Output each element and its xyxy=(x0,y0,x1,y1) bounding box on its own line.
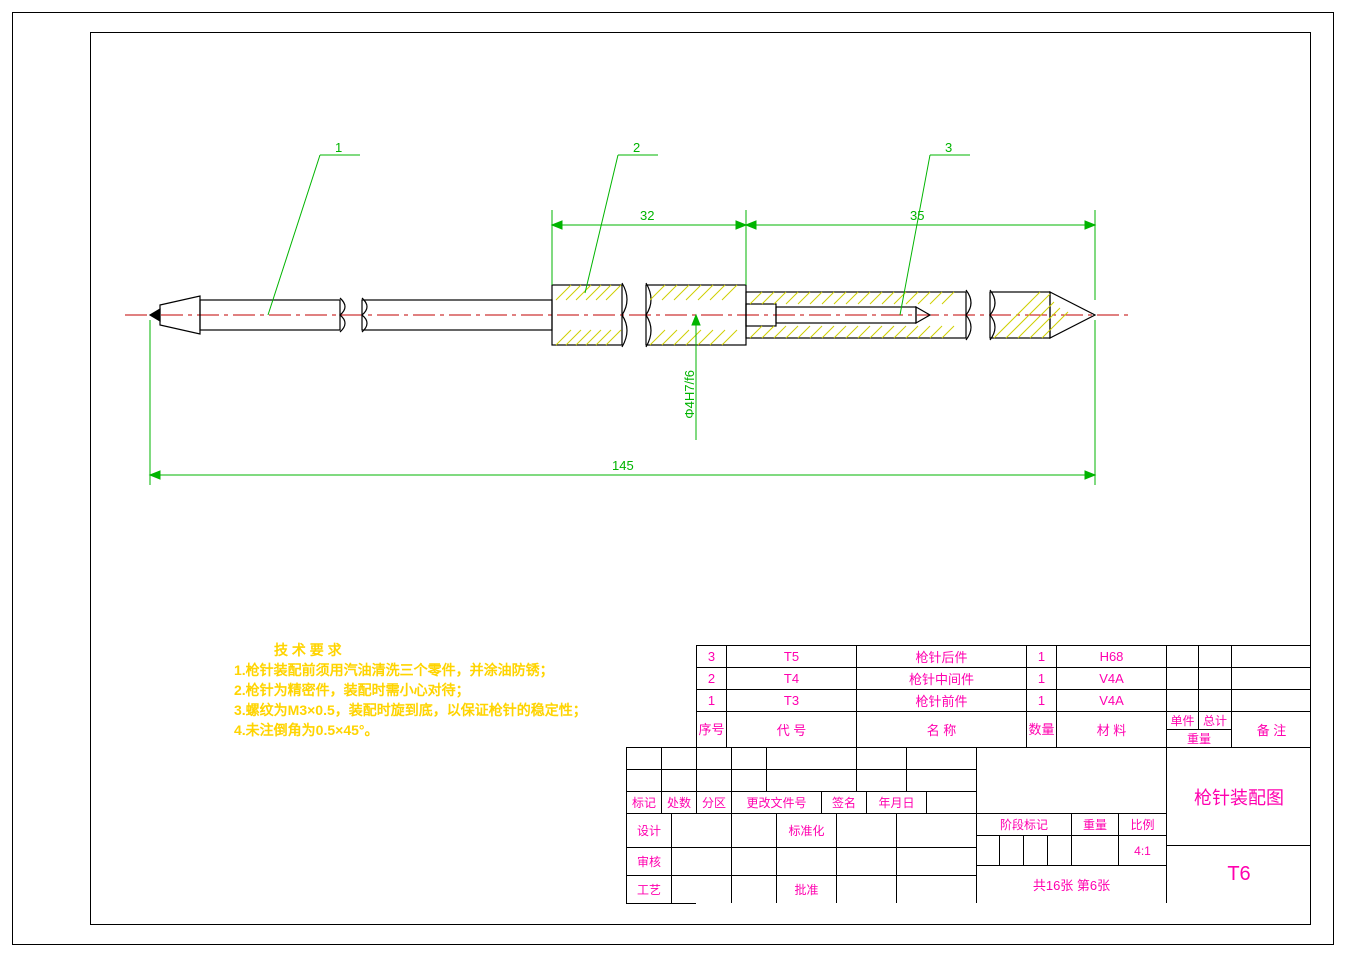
bom-hdr-qty: 数量 xyxy=(1026,711,1056,747)
tb-approve: 批准 xyxy=(776,875,836,903)
bom-hdr-unit: 单件 xyxy=(1166,711,1198,729)
tb-std: 标准化 xyxy=(776,813,836,847)
bom-qty-1: 1 xyxy=(1026,689,1056,711)
tech-line-3: 3.螺纹为M3×0.5，装配时旋到底，以保证枪针的稳定性； xyxy=(234,700,587,720)
bom-qty-3: 1 xyxy=(1026,645,1056,667)
balloon-1: 1 xyxy=(335,140,342,155)
tb-count: 处数 xyxy=(661,791,696,813)
bom-no-3: 3 xyxy=(696,645,726,667)
bom-code-2: T4 xyxy=(726,667,856,689)
drawing-title: 枪针装配图 xyxy=(1166,747,1311,845)
bom-hdr-weight: 重量 xyxy=(1166,729,1231,747)
bom-code-1: T3 xyxy=(726,689,856,711)
tb-chk: 审核 xyxy=(626,847,671,875)
balloon-2: 2 xyxy=(633,140,640,155)
bom-name-3: 枪针后件 xyxy=(856,645,1026,667)
technical-requirements: 技 术 要 求 1.枪针装配前须用汽油清洗三个零件，并涂油防锈； 2.枪针为精密… xyxy=(234,640,587,740)
bom-qty-2: 1 xyxy=(1026,667,1056,689)
dim-32: 32 xyxy=(640,208,654,223)
bom-mat-3: H68 xyxy=(1056,645,1166,667)
bom-code-3: T5 xyxy=(726,645,856,667)
bom-hdr-name: 名 称 xyxy=(856,711,1026,747)
tb-weight-label: 重量 xyxy=(1071,813,1118,835)
bom-hdr-no: 序号 xyxy=(696,711,726,747)
tech-line-4: 4.未注倒角为0.5×45°。 xyxy=(234,720,587,740)
bom-hdr-mat: 材 料 xyxy=(1056,711,1166,747)
tech-title: 技 术 要 求 xyxy=(274,640,587,660)
bom-name-2: 枪针中间件 xyxy=(856,667,1026,689)
tech-line-1: 1.枪针装配前须用汽油清洗三个零件，并涂油防锈； xyxy=(234,660,587,680)
bom-hdr-total: 总计 xyxy=(1198,711,1231,729)
tb-docchg: 更改文件号 xyxy=(731,791,821,813)
tb-mark: 标记 xyxy=(626,791,661,813)
bom-mat-1: V4A xyxy=(1056,689,1166,711)
tb-date: 年月日 xyxy=(866,791,926,813)
dim-35: 35 xyxy=(910,208,924,223)
tb-stage: 阶段标记 xyxy=(976,813,1071,835)
drawing-number: T6 xyxy=(1166,845,1311,903)
tb-design: 设计 xyxy=(626,813,671,847)
dim-145: 145 xyxy=(612,458,634,473)
bom-no-2: 2 xyxy=(696,667,726,689)
tb-proc: 工艺 xyxy=(626,875,671,903)
tb-sign: 签名 xyxy=(821,791,866,813)
bom-name-1: 枪针前件 xyxy=(856,689,1026,711)
balloon-3: 3 xyxy=(945,140,952,155)
tb-scale-value: 4:1 xyxy=(1118,835,1166,865)
title-block: 3 T5 枪针后件 1 H68 2 T4 枪针中间件 1 V4A 1 T3 枪针… xyxy=(696,645,1311,925)
bom-hdr-code: 代 号 xyxy=(726,711,856,747)
tb-scale-label: 比例 xyxy=(1118,813,1166,835)
tb-sheets: 共16张 第6张 xyxy=(976,865,1166,903)
tech-line-2: 2.枪针为精密件，装配时需小心对待； xyxy=(234,680,587,700)
bom-mat-2: V4A xyxy=(1056,667,1166,689)
tb-zone: 分区 xyxy=(696,791,731,813)
bom-hdr-remark: 备 注 xyxy=(1231,711,1311,747)
dim-fit: Φ4H7/f6 xyxy=(682,370,697,419)
bom-no-1: 1 xyxy=(696,689,726,711)
